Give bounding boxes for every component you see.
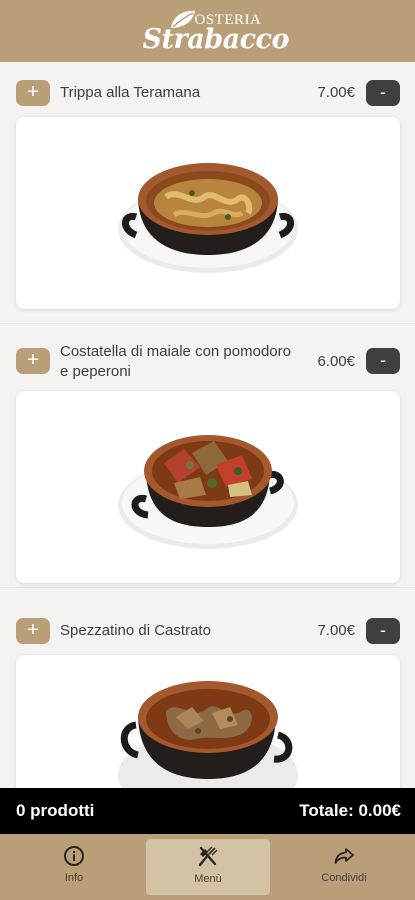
- share-icon: [334, 848, 354, 864]
- nav-item-info[interactable]: Info: [12, 834, 136, 900]
- nav-label-share: Condividi: [321, 872, 367, 884]
- info-icon: [64, 846, 84, 866]
- dish-photo: [16, 117, 400, 309]
- add-item-button[interactable]: +: [16, 80, 50, 106]
- cart-summary-bar[interactable]: 0 prodotti Totale: 0.00€: [0, 788, 415, 834]
- menu-list[interactable]: + Trippa alla Teramana 7.00€ - + Costate…: [0, 62, 415, 788]
- cutlery-icon: [198, 846, 218, 867]
- nav-item-menu[interactable]: Menù: [146, 839, 270, 895]
- nav-item-share[interactable]: Condividi: [282, 834, 406, 900]
- add-item-button[interactable]: +: [16, 618, 50, 644]
- nav-label-info: Info: [64, 872, 84, 884]
- remove-item-button[interactable]: -: [366, 348, 400, 374]
- item-name: Spezzatino di Castrato: [60, 622, 211, 639]
- bottom-navigation: Info Menù Condividi: [0, 834, 415, 900]
- menu-item: + Costatella di maiale con pomodoro e pe…: [0, 324, 415, 588]
- item-price: 7.00€: [317, 84, 355, 101]
- dish-photo: [16, 391, 400, 583]
- dish-photo: [16, 655, 400, 788]
- item-name: Costatella di maiale con pomodoro e pepe…: [60, 343, 291, 380]
- logo-main-text: Strabacco: [142, 24, 290, 55]
- item-name: Trippa alla Teramana: [60, 84, 201, 101]
- item-price: 7.00€: [317, 622, 355, 639]
- cart-total: Totale: 0.00€: [299, 801, 401, 820]
- remove-item-button[interactable]: -: [366, 80, 400, 106]
- add-item-button[interactable]: +: [16, 348, 50, 374]
- osteria-logo: OSTERIA Strabacco: [142, 4, 290, 58]
- cart-count: 0 prodotti: [16, 801, 95, 820]
- item-price: 6.00€: [317, 353, 355, 370]
- remove-item-button[interactable]: -: [366, 618, 400, 644]
- menu-item: + Spezzatino di Castrato 7.00€ -: [0, 588, 415, 788]
- menu-item: + Trippa alla Teramana 7.00€ -: [0, 62, 415, 324]
- nav-label-menu: Menù: [194, 873, 222, 885]
- app-header: OSTERIA Strabacco: [0, 0, 415, 62]
